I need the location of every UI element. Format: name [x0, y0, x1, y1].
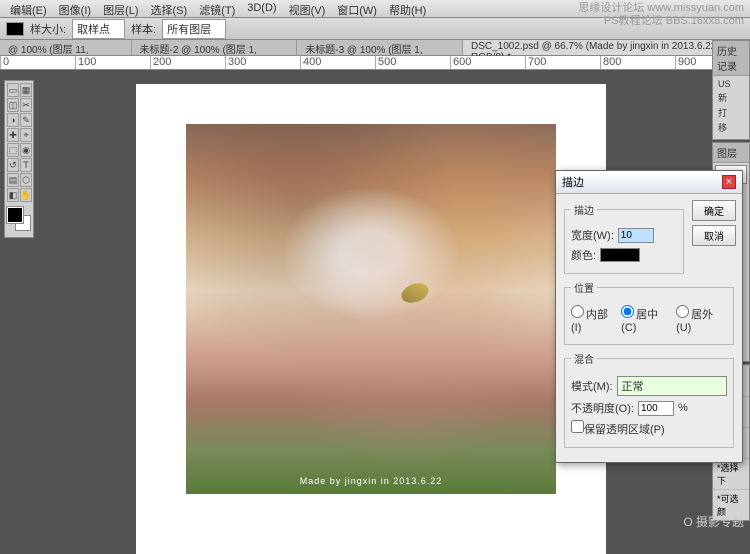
history-item[interactable]: 移	[715, 120, 747, 135]
history-tab[interactable]: 历史记录	[713, 41, 749, 76]
history-item[interactable]: 打	[715, 105, 747, 120]
menu-select[interactable]: 选择(S)	[145, 0, 194, 17]
sample-size-dropdown[interactable]: 取样点	[72, 19, 125, 39]
doc-tab-4[interactable]: DSC_1002.psd @ 66.7% (Made by jingxin in…	[463, 40, 750, 55]
menu-view[interactable]: 视图(V)	[283, 0, 332, 17]
dialog-title-text: 描边	[562, 174, 584, 190]
blend-group-label: 混合	[571, 351, 597, 366]
tool-eyedropper[interactable]: ◑	[7, 113, 19, 127]
tool-move[interactable]: ▭	[7, 83, 19, 97]
tool-gradient[interactable]: ⬚	[7, 143, 19, 157]
position-group-label: 位置	[571, 280, 597, 295]
close-icon[interactable]: ×	[722, 175, 736, 189]
tool-dodge[interactable]: ↺	[7, 158, 19, 172]
menu-edit[interactable]: 编辑(E)	[4, 0, 53, 17]
tool-crop[interactable]: ✂	[20, 98, 32, 112]
tool-marquee[interactable]: ▦	[20, 83, 32, 97]
ruler-horizontal: 0100200300400500600700800900	[0, 56, 750, 70]
cancel-button[interactable]: 取消	[692, 225, 736, 246]
color-label: 颜色:	[571, 247, 596, 263]
preserve-transparency[interactable]: 保留透明区域(P)	[571, 420, 665, 437]
width-input[interactable]	[618, 228, 654, 243]
tool-hand[interactable]: ◧	[7, 188, 19, 202]
doc-tab-3[interactable]: 未标题-3 @ 100% (图层 1, RGB/8) *	[297, 40, 463, 55]
foreground-color[interactable]	[7, 207, 23, 223]
pos-center[interactable]: 居中(C)	[621, 305, 672, 334]
mode-dropdown[interactable]: 正常	[617, 376, 727, 396]
history-panel: 历史记录 US 新 打 移	[712, 40, 750, 140]
canvas[interactable]: Made by jingxin in 2013.6.22	[186, 124, 556, 494]
tool-blur[interactable]: ◉	[20, 143, 32, 157]
layers-tab[interactable]: 图层	[713, 143, 749, 163]
menu-image[interactable]: 图像(I)	[53, 0, 97, 17]
opacity-input[interactable]	[638, 401, 674, 416]
dialog-titlebar[interactable]: 描边 ×	[556, 171, 742, 194]
toolbox: ▭ ▦ ◫ ✂ ◑ ✎ ✚ ⌖ ⬚ ◉ ↺ T ▤ ⬡ ◧ ✋	[4, 80, 34, 238]
stroke-color-swatch[interactable]	[600, 248, 640, 262]
stroke-group-label: 描边	[571, 202, 597, 217]
ok-button[interactable]: 确定	[692, 200, 736, 221]
stroke-dialog: 描边 × 确定 取消 描边 宽度(W): 颜色: 位置 内部(I) 居中(C) …	[555, 170, 743, 463]
mode-label: 模式(M):	[571, 378, 613, 394]
tool-stamp[interactable]: ⌖	[20, 128, 32, 142]
tool-brush[interactable]: ✎	[20, 113, 32, 127]
blend-group: 混合 模式(M): 正常 不透明度(O): % 保留透明区域(P)	[564, 351, 734, 448]
pos-outside[interactable]: 居外(U)	[676, 305, 727, 334]
sample-size-label: 样大小:	[30, 21, 66, 37]
sample-swatch[interactable]	[6, 22, 24, 36]
watermark: 思缘设计论坛 www.missyuan.com PS教程论坛 BBS.16xx8…	[578, 2, 744, 28]
menu-3d[interactable]: 3D(D)	[241, 0, 282, 17]
history-item[interactable]: US	[715, 78, 747, 90]
doc-tab-1[interactable]: @ 100% (图层 11, RGB/8) *	[0, 40, 132, 55]
tool-heal[interactable]: ✚	[7, 128, 19, 142]
history-item[interactable]: 新	[715, 90, 747, 105]
document-tabs: @ 100% (图层 11, RGB/8) * 未标题-2 @ 100% (图层…	[0, 40, 750, 56]
pos-inside[interactable]: 内部(I)	[571, 305, 617, 334]
canvas-container: Made by jingxin in 2013.6.22	[136, 84, 606, 554]
tool-lasso[interactable]: ◫	[7, 98, 19, 112]
width-label: 宽度(W):	[571, 227, 614, 243]
sample-source-dropdown[interactable]: 所有图层	[162, 19, 226, 39]
sample-label: 样本:	[131, 21, 156, 37]
stroke-group: 描边 宽度(W): 颜色:	[564, 202, 684, 274]
opacity-unit: %	[678, 402, 688, 414]
tool-shape[interactable]: ⬡	[20, 173, 32, 187]
position-group: 位置 内部(I) 居中(C) 居外(U)	[564, 280, 734, 345]
tool-path[interactable]: ▤	[7, 173, 19, 187]
opacity-label: 不透明度(O):	[571, 400, 634, 416]
doc-tab-2[interactable]: 未标题-2 @ 100% (图层 1, RGB/8) *	[132, 40, 298, 55]
image-caption: Made by jingxin in 2013.6.22	[186, 476, 556, 486]
menu-layer[interactable]: 图层(L)	[97, 0, 144, 17]
menu-filter[interactable]: 滤镜(T)	[193, 0, 241, 17]
tool-type[interactable]: T	[20, 158, 32, 172]
color-swatches[interactable]	[7, 207, 32, 235]
tool-zoom[interactable]: ✋	[20, 188, 32, 202]
menu-window[interactable]: 窗口(W)	[331, 0, 383, 17]
bee-subject	[399, 280, 431, 306]
footer-watermark: O 摄影专题	[683, 513, 744, 530]
menu-help[interactable]: 帮助(H)	[383, 0, 432, 17]
